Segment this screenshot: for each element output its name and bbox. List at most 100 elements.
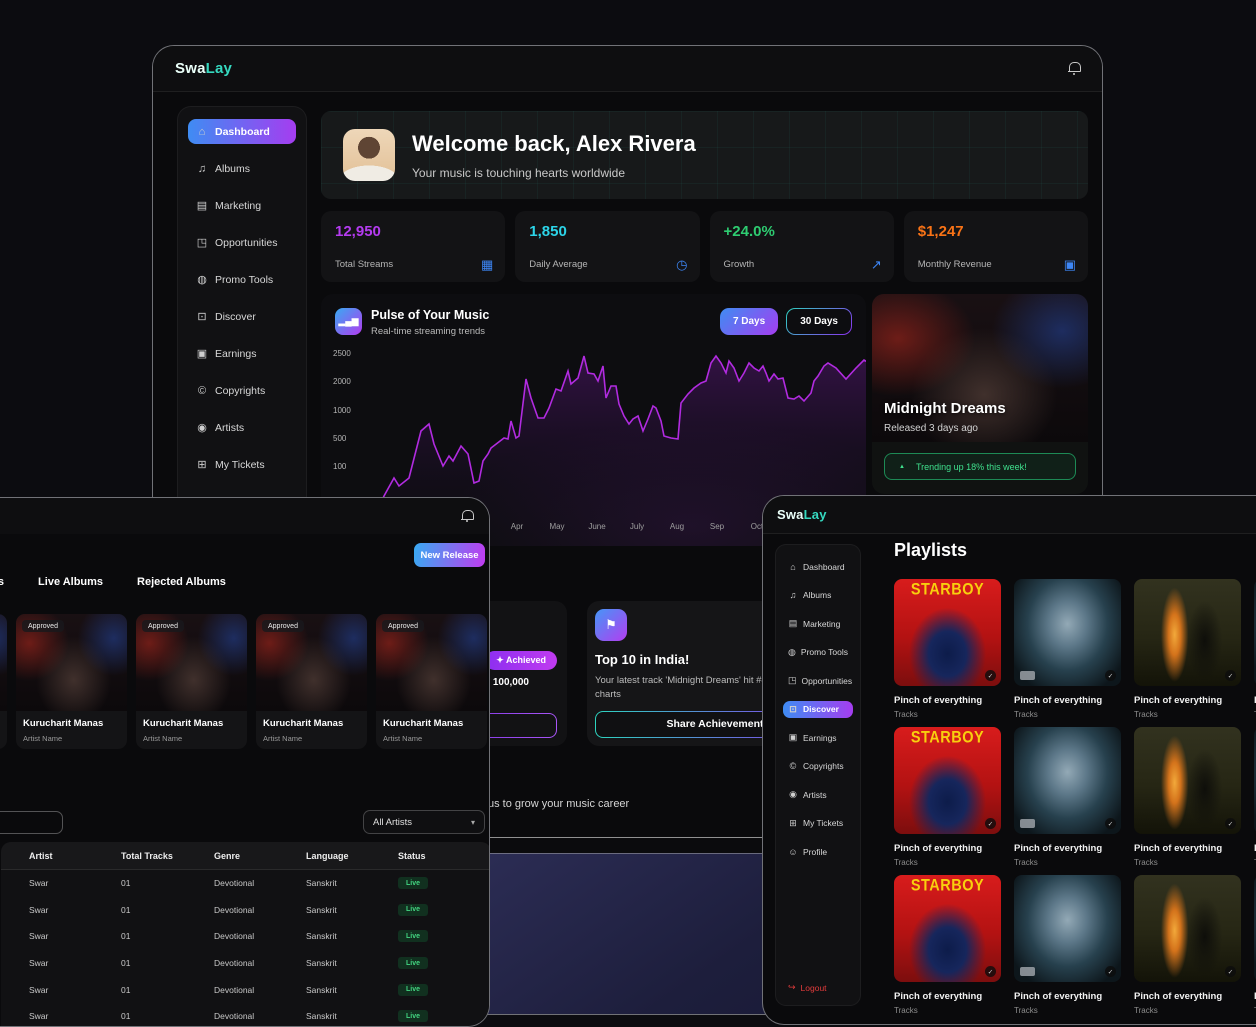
- sidebar-item[interactable]: © Copyrights: [783, 758, 853, 775]
- artist-filter-dropdown[interactable]: All Artists ▾: [363, 810, 485, 834]
- chart-subtitle: Real-time streaming trends: [371, 326, 489, 337]
- cell-language: Sanskrit: [306, 985, 398, 995]
- playlist-card[interactable]: ✓ Pinch of everything Tracks: [1014, 727, 1121, 864]
- playlist-subtitle: Tracks: [1014, 858, 1121, 867]
- status-badge: Live: [398, 904, 428, 916]
- albums-tab[interactable]: Live Albums: [38, 576, 103, 588]
- sidebar-item[interactable]: © Copyrights: [188, 378, 296, 403]
- album-card[interactable]: Approved Kurucharit Manas Artist Name: [136, 614, 247, 749]
- playlist-card[interactable]: ✓ Pinch of everything Tracks: [1014, 875, 1121, 1012]
- logout-button[interactable]: ↪ Logout: [788, 982, 827, 993]
- sidebar-item-icon: ♫: [788, 590, 798, 600]
- x-tick: Sep: [697, 522, 737, 531]
- advisory-label-icon: [1020, 671, 1035, 680]
- playlist-card[interactable]: ✓ Pinch of everything Tracks: [1134, 727, 1241, 864]
- range-30days-button[interactable]: 30 Days: [786, 308, 852, 335]
- playlist-title: Pinch of everything: [894, 991, 1001, 1002]
- cover-art-text: STARBOY: [894, 877, 1001, 895]
- stat-card: 12,950 Total Streams ▦: [321, 211, 505, 282]
- sidebar-item-label: My Tickets: [215, 459, 265, 471]
- playlist-title: Pinch of everything: [1134, 991, 1241, 1002]
- sidebar-item-label: Promo Tools: [801, 647, 848, 657]
- sidebar-item-label: Albums: [803, 590, 831, 600]
- achieved-badge: ✦ Achieved: [485, 651, 557, 670]
- playlist-cover-image: ✓: [1134, 875, 1241, 982]
- new-release-button[interactable]: New Release: [414, 543, 485, 567]
- approved-badge: Approved: [22, 620, 64, 632]
- stat-card: $1,247 Monthly Revenue ▣: [904, 211, 1088, 282]
- sidebar-item[interactable]: ◉ Artists: [188, 415, 296, 440]
- album-cover-image: Approved: [136, 614, 247, 711]
- sidebar-item-label: Copyrights: [215, 385, 265, 397]
- sidebar-item[interactable]: ⊡ Discover: [783, 701, 853, 718]
- albums-tab[interactable]: Rejected Albums: [137, 576, 226, 588]
- stat-value: $1,247: [918, 223, 1074, 240]
- sidebar-item[interactable]: ▤ Marketing: [783, 615, 853, 632]
- sidebar-item[interactable]: ⊡ Discover: [188, 304, 296, 329]
- playlist-card[interactable]: ✓ Pinch of everything Tracks: [1014, 579, 1121, 716]
- sidebar-item[interactable]: ⊞ My Tickets: [188, 452, 296, 477]
- playlist-card[interactable]: ✓ Pinch of everything Tracks: [1134, 579, 1241, 716]
- cell-artist: Swar: [29, 1011, 121, 1021]
- sidebar-item-icon: ▤: [196, 199, 208, 212]
- sidebar-item-icon: ⊞: [196, 458, 208, 471]
- table-row[interactable]: Swar 01 Devotional Sanskrit Live: [1, 1003, 490, 1027]
- album-card[interactable]: Approved Kurucharit Manas Artist Name: [0, 614, 7, 749]
- release-cover-image: Midnight Dreams Released 3 days ago: [872, 294, 1088, 442]
- notifications-bell-icon[interactable]: [461, 510, 473, 523]
- stat-label: Total Streams: [335, 259, 393, 270]
- playlist-subtitle: Tracks: [894, 1006, 1001, 1015]
- table-row[interactable]: Swar 01 Devotional Sanskrit Live: [1, 923, 490, 950]
- album-card[interactable]: Approved Kurucharit Manas Artist Name: [256, 614, 367, 749]
- table-row[interactable]: Swar 01 Devotional Sanskrit Live: [1, 870, 490, 897]
- sidebar-item[interactable]: ⌂ Dashboard: [783, 558, 853, 575]
- playlist-card[interactable]: STARBOY ✓ Pinch of everything Tracks: [894, 727, 1001, 864]
- sidebar-item[interactable]: ◍ Promo Tools: [783, 644, 853, 661]
- album-search-input[interactable]: [0, 811, 63, 834]
- range-7days-button[interactable]: 7 Days: [720, 308, 778, 335]
- table-row[interactable]: Swar 01 Devotional Sanskrit Live: [1, 976, 490, 1003]
- cell-language: Sanskrit: [306, 1011, 398, 1021]
- playlist-card[interactable]: ✓ Pinch of everything Tracks: [1134, 875, 1241, 1012]
- approved-badge: Approved: [142, 620, 184, 632]
- table-body: Swar 01 Devotional Sanskrit Live Swar 01…: [1, 870, 490, 1027]
- latest-release-card[interactable]: Midnight Dreams Released 3 days ago ▲ Tr…: [872, 294, 1088, 494]
- stat-icon: ◷: [676, 257, 687, 273]
- album-cards-row: Approved Kurucharit Manas Artist Name Ap…: [0, 614, 490, 749]
- sidebar-item[interactable]: ⊞ My Tickets: [783, 815, 853, 832]
- sidebar-item[interactable]: ♫ Albums: [783, 587, 853, 604]
- sidebar-item[interactable]: ◉ Artists: [783, 786, 853, 803]
- table-column-header: Language: [306, 851, 398, 861]
- playlists-topbar: SwaLay: [763, 496, 1256, 534]
- sidebar-item[interactable]: ◳ Opportunities: [188, 230, 296, 255]
- album-artist: Artist Name: [23, 734, 120, 743]
- playlist-cover-image: ✓: [1134, 727, 1241, 834]
- x-tick: Aug: [657, 522, 697, 531]
- sidebar-item[interactable]: ◍ Promo Tools: [188, 267, 296, 292]
- sidebar-item[interactable]: ☺ Profile: [783, 843, 853, 860]
- sidebar-item-label: Marketing: [215, 200, 261, 212]
- table-header-row: ArtistTotal TracksGenreLanguageStatus: [1, 842, 490, 870]
- playlist-title: Pinch of everything: [1134, 695, 1241, 706]
- sidebar-item[interactable]: ⌂ Dashboard: [188, 119, 296, 144]
- playlist-card[interactable]: STARBOY ✓ Pinch of everything Tracks: [894, 579, 1001, 716]
- notifications-bell-icon[interactable]: [1068, 62, 1080, 75]
- playlist-subtitle: Tracks: [1134, 1006, 1241, 1015]
- sidebar-item[interactable]: ▣ Earnings: [188, 341, 296, 366]
- flag-icon: ⚑: [595, 609, 627, 641]
- user-avatar[interactable]: [343, 129, 395, 181]
- sidebar-item-label: Marketing: [803, 619, 840, 629]
- stat-icon: ↗: [871, 257, 882, 273]
- album-card[interactable]: Approved Kurucharit Manas Artist Name: [16, 614, 127, 749]
- sidebar-item[interactable]: ▤ Marketing: [188, 193, 296, 218]
- sidebar-item[interactable]: ▣ Earnings: [783, 729, 853, 746]
- sidebar-item[interactable]: ◳ Opportunities: [783, 672, 853, 689]
- x-tick: July: [617, 522, 657, 531]
- table-row[interactable]: Swar 01 Devotional Sanskrit Live: [1, 950, 490, 977]
- sidebar-item[interactable]: ♫ Albums: [188, 156, 296, 181]
- playlist-card[interactable]: STARBOY ✓ Pinch of everything Tracks: [894, 875, 1001, 1012]
- stat-value: +24.0%: [724, 223, 880, 240]
- album-card[interactable]: Approved Kurucharit Manas Artist Name: [376, 614, 487, 749]
- table-row[interactable]: Swar 01 Devotional Sanskrit Live: [1, 897, 490, 924]
- albums-tab[interactable]: All Albums: [0, 576, 4, 588]
